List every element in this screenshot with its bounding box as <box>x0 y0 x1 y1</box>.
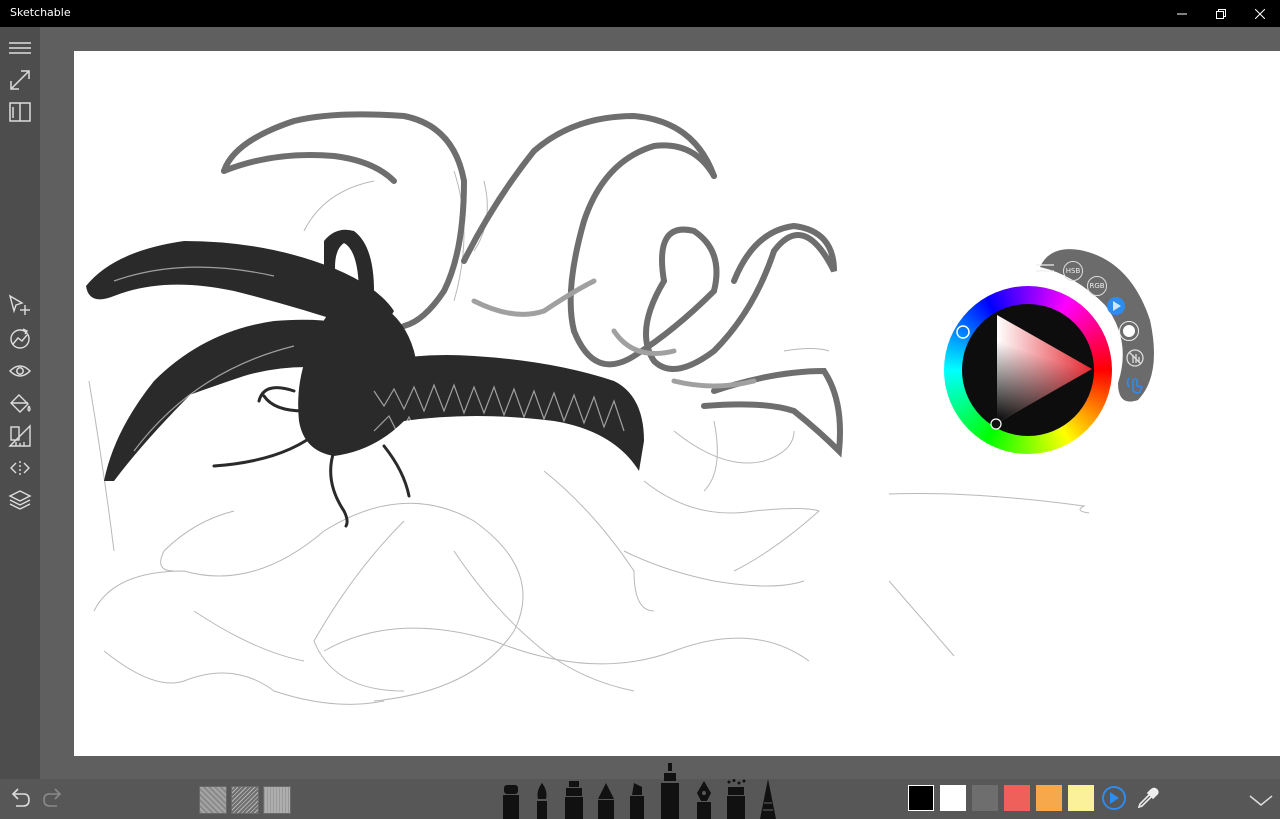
ink-pen-brush[interactable] <box>694 781 714 819</box>
hsb-mode-button[interactable]: HSB <box>1063 261 1083 281</box>
title-bar: Sketchable <box>0 0 1280 27</box>
redo-icon[interactable] <box>41 786 65 810</box>
rgb-mode-button[interactable]: RGB <box>1087 276 1107 296</box>
menu-icon[interactable] <box>1036 258 1054 272</box>
color-swatch-gray[interactable] <box>972 785 998 811</box>
eyedropper-icon[interactable] <box>1136 786 1160 810</box>
selection-icon[interactable] <box>5 292 35 318</box>
no-touch-icon[interactable] <box>1125 348 1145 368</box>
color-swatch-white[interactable] <box>940 785 966 811</box>
brush-palette <box>495 760 785 819</box>
app-title: Sketchable <box>10 6 71 19</box>
cone-brush[interactable] <box>758 779 778 819</box>
highlighter-brush[interactable] <box>626 783 648 819</box>
visibility-icon[interactable] <box>5 358 35 384</box>
undo-icon[interactable] <box>8 786 32 810</box>
journal-icon[interactable] <box>5 99 35 125</box>
restore-icon[interactable] <box>1201 0 1241 27</box>
touch-icon[interactable] <box>1125 375 1145 395</box>
color-swatch-yellow[interactable] <box>1068 785 1094 811</box>
spray-brush[interactable] <box>724 779 748 819</box>
fill-icon[interactable] <box>5 390 35 416</box>
minimize-icon[interactable] <box>1162 0 1202 27</box>
texture-1[interactable] <box>199 786 227 814</box>
color-swatch-black[interactable] <box>908 785 934 811</box>
transform-icon[interactable] <box>5 325 35 351</box>
color-swatch-orange[interactable] <box>1036 785 1062 811</box>
chevron-down-icon[interactable] <box>1248 792 1274 808</box>
menu-icon[interactable] <box>5 35 35 61</box>
brush-brush[interactable] <box>532 783 552 819</box>
fineliner-brush[interactable] <box>658 763 682 819</box>
layers-icon[interactable] <box>5 487 35 513</box>
pencil-brush[interactable] <box>596 783 616 819</box>
fullscreen-icon[interactable] <box>5 67 35 93</box>
color-handle[interactable] <box>990 418 1002 430</box>
airbrush-brush[interactable] <box>562 781 586 819</box>
ruler-icon[interactable] <box>5 423 35 449</box>
circle-icon[interactable] <box>1119 321 1139 341</box>
texture-3[interactable] <box>263 786 291 814</box>
left-toolbar <box>0 27 40 819</box>
close-icon[interactable] <box>1240 0 1280 27</box>
play-icon[interactable] <box>1102 786 1126 810</box>
color-swatch-red[interactable] <box>1004 785 1030 811</box>
color-picker[interactable]: HSB RGB <box>940 245 1160 460</box>
marker-brush[interactable] <box>500 785 522 819</box>
play-icon[interactable] <box>1107 297 1125 315</box>
symmetry-icon[interactable] <box>5 455 35 481</box>
hue-handle[interactable] <box>956 325 970 339</box>
texture-2[interactable] <box>231 786 259 814</box>
